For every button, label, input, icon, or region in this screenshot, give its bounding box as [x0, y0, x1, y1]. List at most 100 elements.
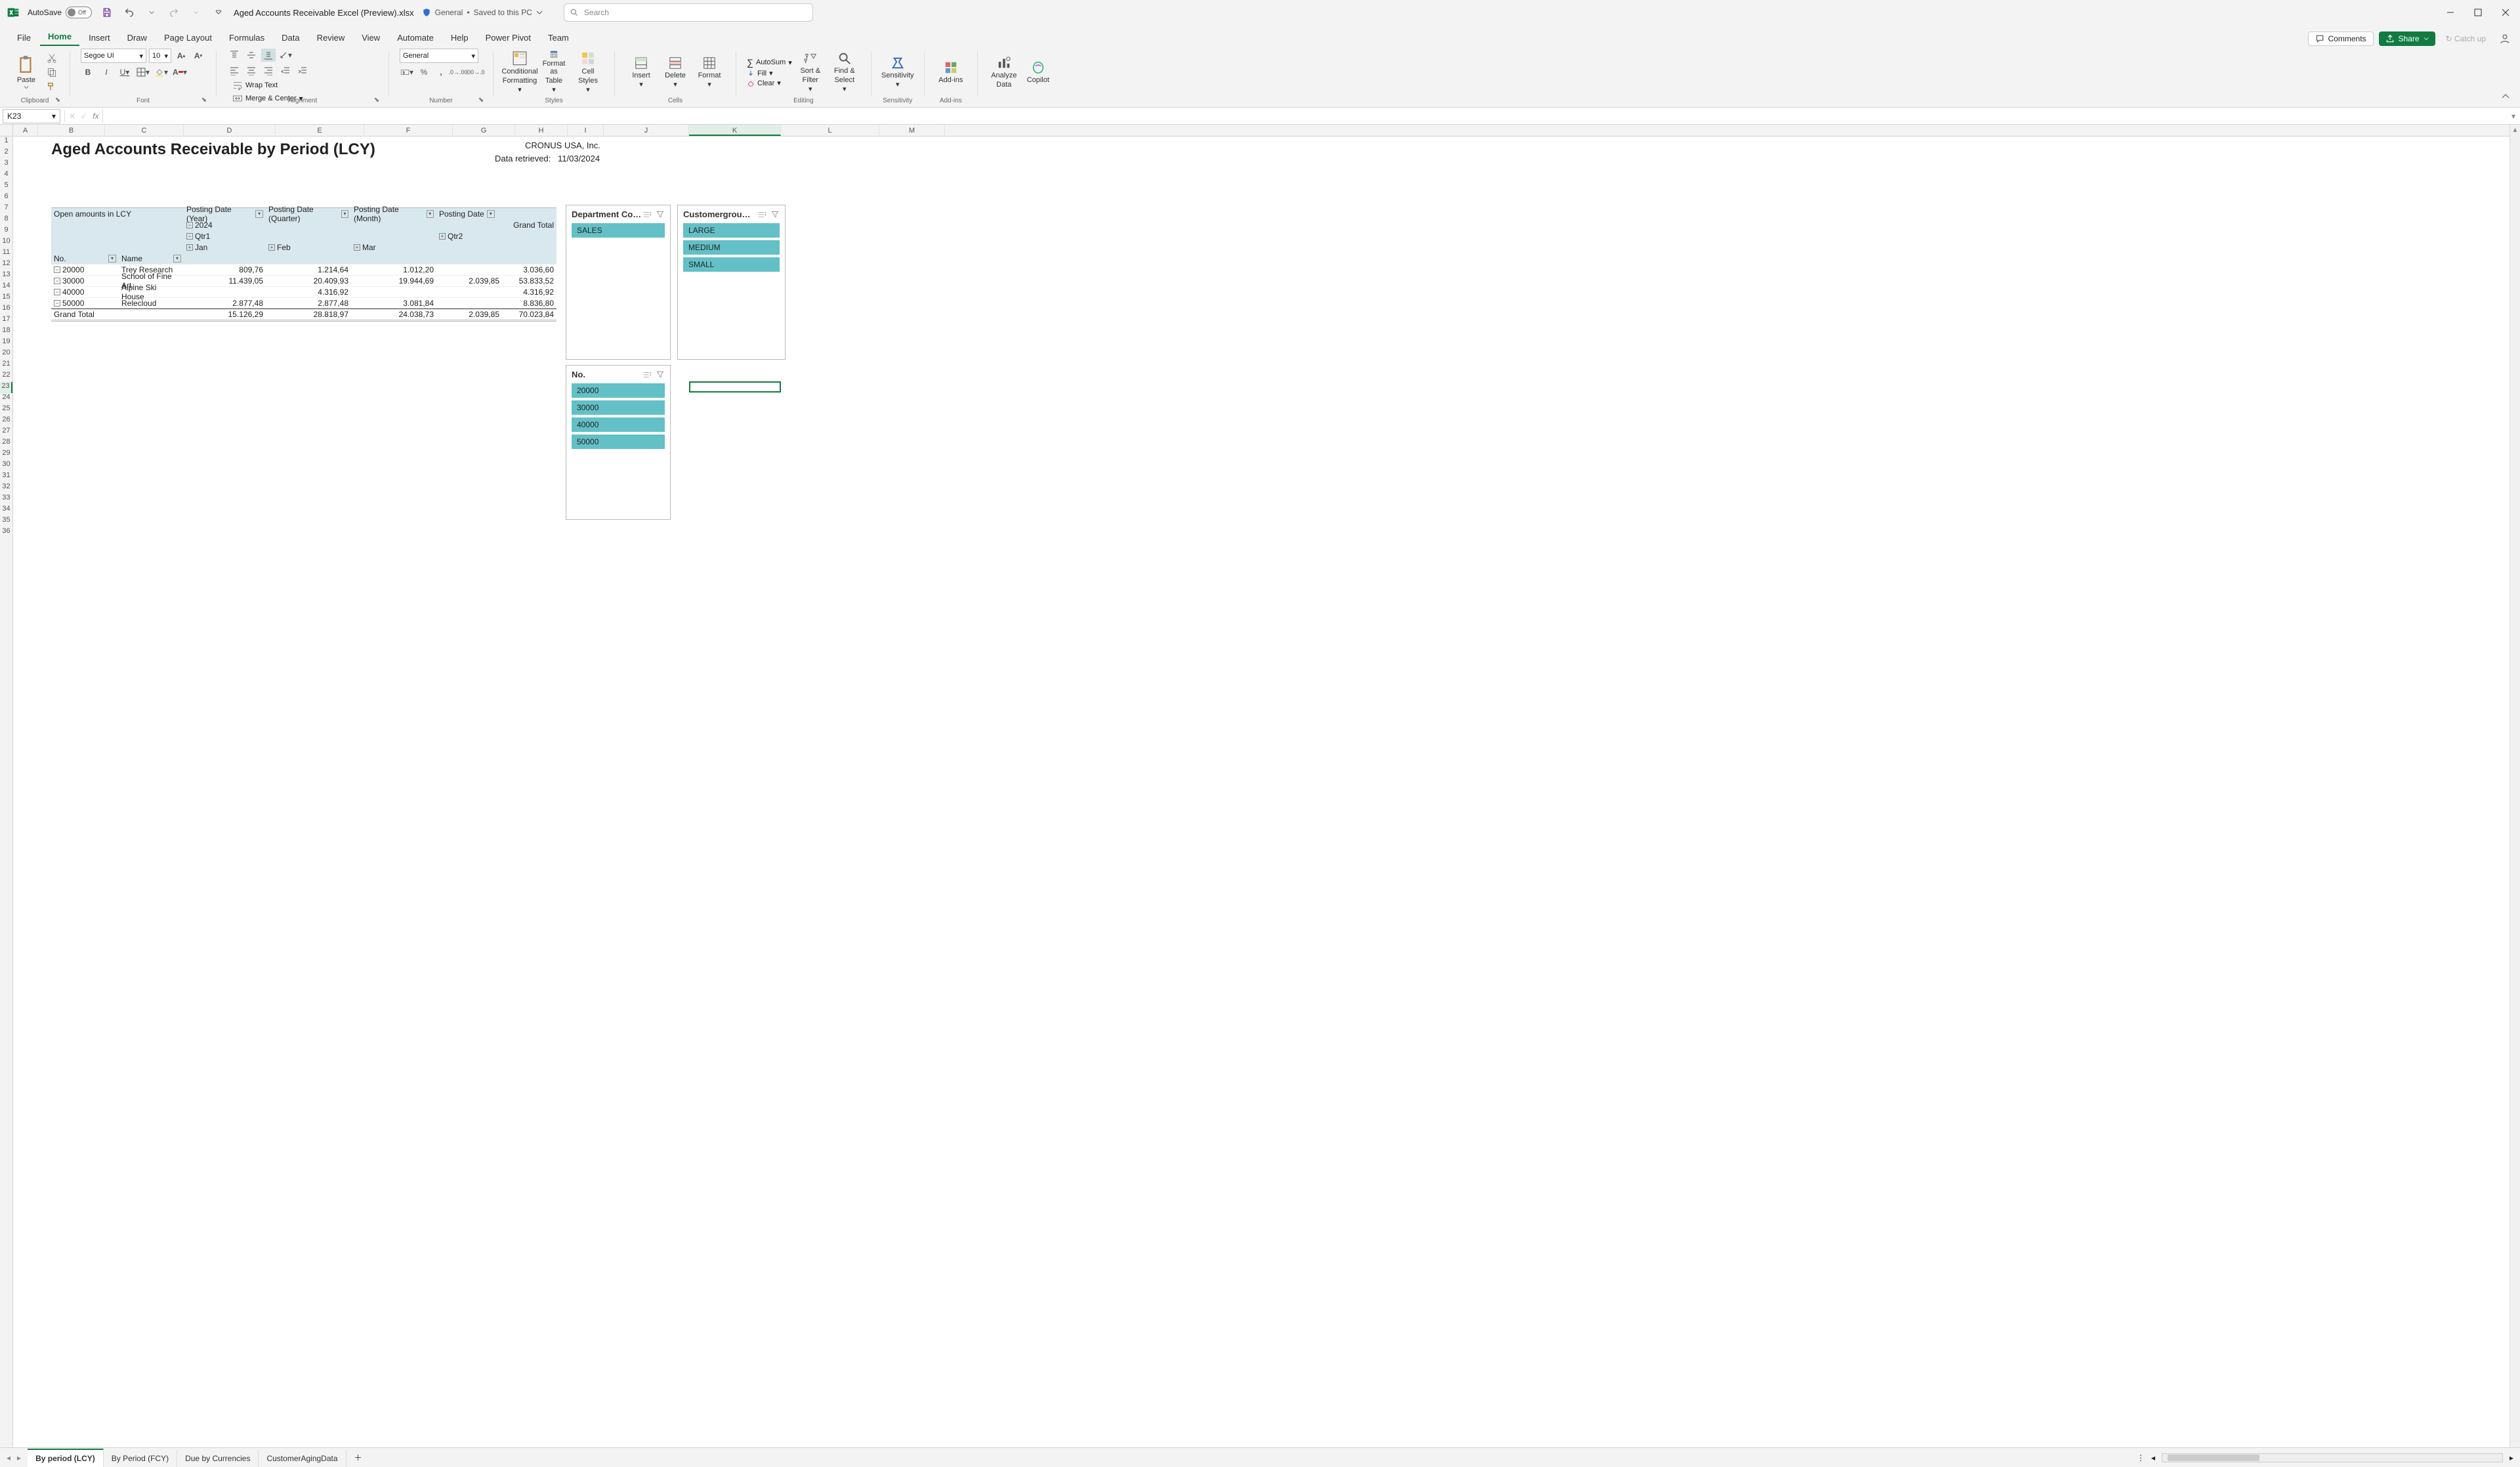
row-headers[interactable]: /*rows generated below*/ 123456789101112… — [0, 125, 13, 1447]
clear-filter-icon[interactable] — [770, 210, 780, 219]
expand-icon[interactable]: + — [439, 233, 446, 240]
row-header[interactable]: 26 — [0, 415, 12, 427]
borders-icon[interactable]: ▾ — [136, 66, 150, 79]
filter-dropdown-icon[interactable]: ▾ — [255, 210, 263, 218]
row-header[interactable]: 14 — [0, 282, 12, 293]
autosave-toggle[interactable]: AutoSave Off — [28, 7, 92, 18]
row-header[interactable]: 10 — [0, 237, 12, 248]
save-icon[interactable] — [100, 5, 114, 20]
fill-button[interactable]: Fill ▾ — [747, 69, 792, 77]
autosave-pill[interactable]: Off — [66, 7, 92, 18]
row-header[interactable]: 27 — [0, 427, 12, 438]
underline-icon[interactable]: U▾ — [117, 66, 132, 79]
row-header[interactable]: 18 — [0, 326, 12, 337]
slicer-item[interactable]: 20000 — [572, 383, 665, 398]
collapse-icon[interactable]: − — [186, 222, 193, 228]
filter-dropdown-icon[interactable]: ▾ — [427, 210, 434, 218]
row-header[interactable]: 35 — [0, 516, 12, 527]
collapse-icon[interactable]: − — [54, 289, 60, 295]
italic-icon[interactable]: I — [99, 66, 114, 79]
no-header[interactable]: No.▾ — [51, 253, 119, 264]
comma-style-icon[interactable]: , — [434, 66, 448, 79]
multiselect-icon[interactable] — [642, 370, 652, 379]
slicer-item[interactable]: 30000 — [572, 400, 665, 415]
collapse-icon[interactable]: − — [54, 278, 60, 284]
number-format-select[interactable]: General▾ — [400, 49, 478, 63]
account-icon[interactable] — [2499, 33, 2511, 45]
row-header[interactable]: 6 — [0, 192, 12, 203]
wrap-text-button[interactable]: Wrap Text — [232, 80, 278, 91]
col-M[interactable]: M — [879, 125, 945, 136]
slicer-item[interactable]: SALES — [572, 223, 665, 238]
conditional-formatting-button[interactable]: ConditionalFormatting▾ — [504, 51, 536, 94]
clear-filter-icon[interactable] — [656, 370, 665, 379]
col-B[interactable]: B — [38, 125, 105, 136]
minimize-icon[interactable] — [2443, 5, 2458, 20]
row-header[interactable]: 4 — [0, 170, 12, 181]
copy-icon[interactable] — [45, 66, 59, 79]
expand-formula-bar-icon[interactable]: ▾ — [2507, 112, 2520, 121]
row-header[interactable]: 12 — [0, 259, 12, 270]
font-color-icon[interactable]: A▾ — [173, 66, 187, 79]
close-icon[interactable] — [2498, 5, 2513, 20]
slicer-item[interactable]: LARGE — [683, 223, 780, 238]
expand-icon[interactable]: + — [354, 244, 360, 251]
row-header[interactable]: 31 — [0, 471, 12, 482]
sheet-nav-next-icon[interactable]: ▸ — [17, 1453, 21, 1462]
row-header[interactable]: 11 — [0, 248, 12, 259]
posting-quarter-header[interactable]: Posting Date (Quarter)▾ — [266, 208, 351, 219]
row-header[interactable]: 34 — [0, 505, 12, 516]
posting-month-header[interactable]: Posting Date (Month)▾ — [351, 208, 436, 219]
search-input[interactable]: Search — [564, 3, 813, 22]
col-F[interactable]: F — [364, 125, 453, 136]
filter-dropdown-icon[interactable]: ▾ — [108, 255, 116, 263]
sheet-tab-by-period-fcy[interactable]: By Period (FCY) — [104, 1450, 177, 1467]
undo-dropdown-icon[interactable] — [144, 5, 159, 20]
undo-icon[interactable] — [122, 5, 136, 20]
align-bottom-icon[interactable] — [261, 49, 276, 62]
row-header[interactable]: 7 — [0, 203, 12, 215]
increase-font-icon[interactable]: A▴ — [174, 49, 188, 62]
delete-cells-button[interactable]: Delete▾ — [660, 51, 691, 94]
fx-icon[interactable]: fx — [93, 112, 98, 121]
row-header[interactable]: 19 — [0, 337, 12, 349]
posting-date-header[interactable]: Posting Date▾ — [436, 208, 502, 219]
column-headers[interactable]: A B C D E F G H I J K L M — [13, 125, 2510, 137]
tab-home[interactable]: Home — [40, 28, 79, 46]
active-cell[interactable] — [689, 381, 781, 393]
name-header[interactable]: Name▾ — [119, 253, 184, 264]
filter-dropdown-icon[interactable]: ▾ — [487, 210, 495, 218]
tab-formulas[interactable]: Formulas — [221, 29, 272, 46]
bold-icon[interactable]: B — [81, 66, 95, 79]
table-row[interactable]: −40000Alpine Ski House4.316,924.316,92 — [51, 286, 556, 297]
collapse-icon[interactable]: − — [186, 233, 193, 240]
filter-dropdown-icon[interactable]: ▾ — [341, 210, 348, 218]
sheet-tab-due-by-currencies[interactable]: Due by Currencies — [177, 1450, 259, 1467]
orientation-icon[interactable]: ▾ — [278, 49, 293, 62]
find-select-button[interactable]: Find &Select▾ — [829, 51, 860, 94]
align-middle-icon[interactable] — [244, 49, 259, 62]
collapse-icon[interactable]: − — [54, 300, 60, 307]
increase-decimal-icon[interactable]: .0→.00 — [451, 66, 465, 79]
dialog-launcher-icon[interactable]: ⬊ — [477, 96, 485, 104]
row-header[interactable]: 28 — [0, 438, 12, 449]
tab-review[interactable]: Review — [309, 29, 353, 46]
dialog-launcher-icon[interactable]: ⬊ — [200, 96, 208, 104]
row-header[interactable]: 20 — [0, 349, 12, 360]
row-header[interactable]: 21 — [0, 360, 12, 371]
slicer-item[interactable]: 40000 — [572, 417, 665, 432]
paste-button[interactable]: Paste — [10, 51, 42, 94]
decrease-font-icon[interactable]: A▾ — [191, 49, 205, 62]
horizontal-scrollbar[interactable] — [2162, 1453, 2503, 1462]
row-header[interactable]: 2 — [0, 148, 12, 159]
row-header[interactable]: 30 — [0, 460, 12, 471]
sheet-tab-options-icon[interactable]: ⋮ — [2137, 1453, 2145, 1462]
tab-power-pivot[interactable]: Power Pivot — [478, 29, 539, 46]
new-sheet-button[interactable]: ＋ — [346, 1448, 370, 1467]
increase-indent-icon[interactable] — [295, 64, 310, 77]
dialog-launcher-icon[interactable]: ⬊ — [54, 96, 62, 104]
col-J[interactable]: J — [604, 125, 689, 136]
collapse-icon[interactable]: − — [54, 266, 60, 273]
tab-automate[interactable]: Automate — [389, 29, 442, 46]
slicer-customergroup[interactable]: Customergrou… LARGEMEDIUMSMALL — [677, 205, 786, 360]
